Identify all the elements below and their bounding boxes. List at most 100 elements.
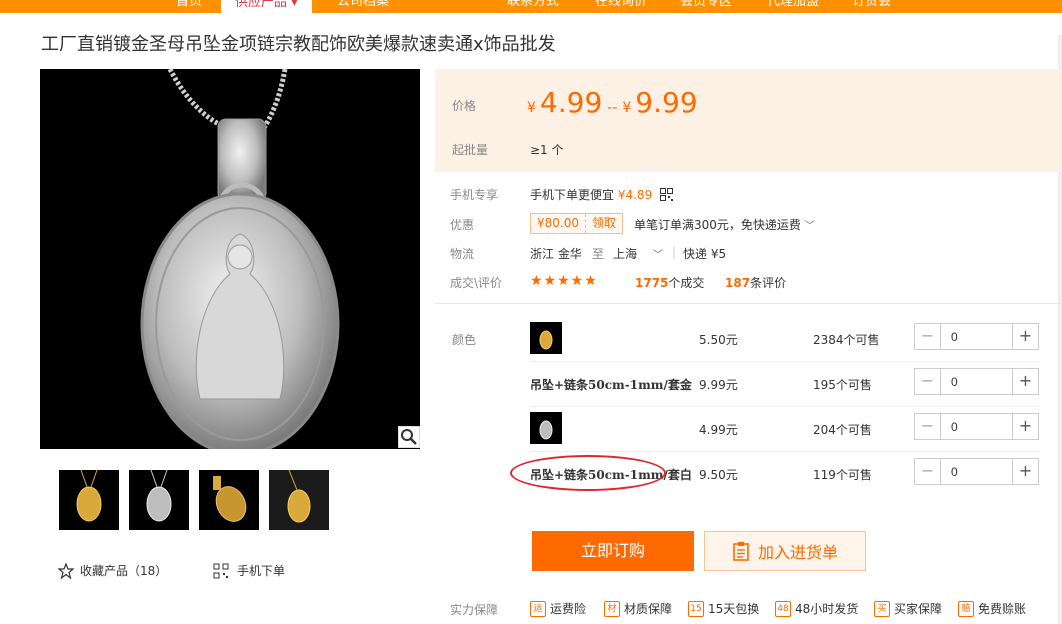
price-high: 9.99 xyxy=(635,86,698,119)
guarantee-buyer-protection[interactable]: 买买家保障 xyxy=(874,600,942,617)
nav-products[interactable]: 供应产品 ▾ xyxy=(221,0,312,13)
sku-stock: 195个可售 xyxy=(813,378,872,392)
freight-icon: 运 xyxy=(530,600,546,617)
add-to-cart-button[interactable]: 加入进货单 xyxy=(704,531,866,571)
quantity-input[interactable] xyxy=(941,324,1011,349)
guarantee-freight-insurance[interactable]: 运运费险 xyxy=(530,600,586,617)
logistics-from: 浙江 金华 xyxy=(530,247,582,261)
add-to-cart-label: 加入进货单 xyxy=(757,543,838,562)
thumbnail-silver[interactable] xyxy=(129,470,189,530)
chevron-down-icon: ﹀ xyxy=(804,221,815,232)
decrement-button[interactable]: − xyxy=(915,414,941,439)
mobile-order-link[interactable]: 手机下单 xyxy=(213,562,285,579)
guarantee-material[interactable]: 材材质保障 xyxy=(604,600,672,617)
guarantee-label: 实力保障 xyxy=(450,603,499,617)
rating-stars: ★★★★★ xyxy=(530,273,598,289)
clipboard-icon xyxy=(733,542,749,561)
product-page: 首页 供应产品 ▾ 公司档案 联系方式 在线询价 会员专区 代理加盟 订货会 工… xyxy=(0,0,1062,624)
divider: | xyxy=(672,245,677,259)
product-title: 工厂直销镀金圣母吊坠金项链宗教配饰欧美爆款速卖通x饰品批发 xyxy=(41,34,556,55)
nav-inquiry[interactable]: 在线询价 xyxy=(595,0,647,13)
mobile-order-label: 手机下单 xyxy=(237,564,286,578)
deals-count[interactable]: 1775个成交 xyxy=(635,274,704,291)
increment-button[interactable]: + xyxy=(1012,324,1038,349)
mobile-exclusive-label: 手机专享 xyxy=(450,188,499,202)
quantity-input[interactable] xyxy=(941,459,1011,484)
thumbnail-gold-side[interactable] xyxy=(199,470,259,530)
calendar-15-icon: 15 xyxy=(688,600,704,617)
product-main-image[interactable] xyxy=(40,69,420,449)
quantity-stepper: − + xyxy=(914,323,1039,350)
nav-home[interactable]: 首页 xyxy=(176,0,202,13)
reviews-label: 成交\评价 xyxy=(450,276,503,290)
increment-button[interactable]: + xyxy=(1012,459,1038,484)
logistics-destination-select[interactable]: 上海 ﹀ xyxy=(613,245,663,262)
promo-label: 优惠 xyxy=(450,218,475,232)
price-low: 4.99 xyxy=(539,86,603,119)
nav-company[interactable]: 公司档案 xyxy=(337,0,389,13)
review-count[interactable]: 187条评价 xyxy=(725,274,786,291)
favorite-product[interactable]: 收藏产品（18） xyxy=(58,562,167,579)
quantity-stepper: − + xyxy=(914,368,1039,395)
sku-price: 4.99元 xyxy=(699,423,738,437)
sku-thumbnail-silver[interactable] xyxy=(530,412,562,444)
top-nav: 首页 供应产品 ▾ 公司档案 联系方式 在线询价 会员专区 代理加盟 订货会 xyxy=(0,0,1062,13)
sku-price: 5.50元 xyxy=(699,333,738,347)
shield-icon: 买 xyxy=(874,600,890,617)
zoom-button[interactable] xyxy=(398,426,420,448)
nav-member[interactable]: 会员专区 xyxy=(680,0,732,13)
decrement-button[interactable]: − xyxy=(915,369,941,394)
divider xyxy=(435,303,1062,304)
quantity-input[interactable] xyxy=(941,414,1011,439)
sku-price: 9.99元 xyxy=(699,378,738,392)
increment-button[interactable]: + xyxy=(1012,369,1038,394)
credit-icon: 赔 xyxy=(958,600,974,617)
sku-row: 吊坠+链条50cm-1mm/套金 9.99元 195个可售 − + xyxy=(530,362,1040,406)
logistics-label: 物流 xyxy=(450,247,475,261)
guarantee-48h-shipping[interactable]: 48 48小时发货 xyxy=(775,600,858,617)
thumbnail-gold-dark[interactable] xyxy=(269,470,329,530)
coupon-amount: ¥80.00 xyxy=(537,216,579,230)
decrement-button[interactable]: − xyxy=(915,324,941,349)
star-outline-icon xyxy=(58,562,74,579)
magnifier-icon xyxy=(401,429,417,445)
price-label: 价格 xyxy=(452,99,477,113)
sku-name: 吊坠+链条50cm-1mm/套金 xyxy=(530,378,692,392)
guarantee-free-credit[interactable]: 赔免费赊账 xyxy=(958,600,1026,617)
coupon-claim-button[interactable]: 领取 xyxy=(585,214,622,233)
thumbnail-gold[interactable] xyxy=(59,470,119,530)
annotation-circle xyxy=(510,455,666,491)
buy-now-button[interactable]: 立即订购 xyxy=(532,531,694,571)
sku-stock: 119个可售 xyxy=(813,468,872,482)
sku-row: 4.99元 204个可售 − + xyxy=(530,407,1040,451)
qrcode-icon xyxy=(213,563,229,578)
favorite-label: 收藏产品（18） xyxy=(80,564,168,578)
sku-stock: 204个可售 xyxy=(813,423,872,437)
coupon-tag[interactable]: ¥80.00 领取 xyxy=(530,213,624,234)
moq-value: ≥1 个 xyxy=(530,143,564,157)
decrement-button[interactable]: − xyxy=(915,459,941,484)
qrcode-icon[interactable] xyxy=(660,188,674,201)
clock-48-icon: 48 xyxy=(775,600,791,617)
quantity-input[interactable] xyxy=(941,369,1011,394)
guarantee-15day-exchange[interactable]: 15 15天包换 xyxy=(688,600,759,617)
sku-price: 9.50元 xyxy=(699,468,738,482)
shipping-fee: 快递 ¥5 xyxy=(683,247,727,261)
nav-contact[interactable]: 联系方式 xyxy=(507,0,559,13)
sku-stock: 2384个可售 xyxy=(813,333,880,347)
color-label: 颜色 xyxy=(452,333,477,347)
mobile-exclusive-text: 手机下单更便宜 ¥4.89 xyxy=(530,186,674,203)
quantity-stepper: − + xyxy=(914,458,1039,485)
price-range: ¥4.99 -- ¥9.99 xyxy=(527,86,698,119)
logistics-to-label: 至 xyxy=(592,247,605,261)
increment-button[interactable]: + xyxy=(1012,414,1038,439)
chevron-down-icon: ﹀ xyxy=(652,250,663,261)
quantity-stepper: − + xyxy=(914,413,1039,440)
nav-agent[interactable]: 代理加盟 xyxy=(767,0,819,13)
sku-thumbnail-gold[interactable] xyxy=(530,322,562,354)
material-icon: 材 xyxy=(604,600,620,617)
moq-label: 起批量 xyxy=(452,143,489,157)
promo-text[interactable]: 单笔订单满300元，免快递运费 ﹀ xyxy=(634,216,815,233)
sku-row: 5.50元 2384个可售 − + xyxy=(530,317,1040,361)
nav-fair[interactable]: 订货会 xyxy=(852,0,891,13)
